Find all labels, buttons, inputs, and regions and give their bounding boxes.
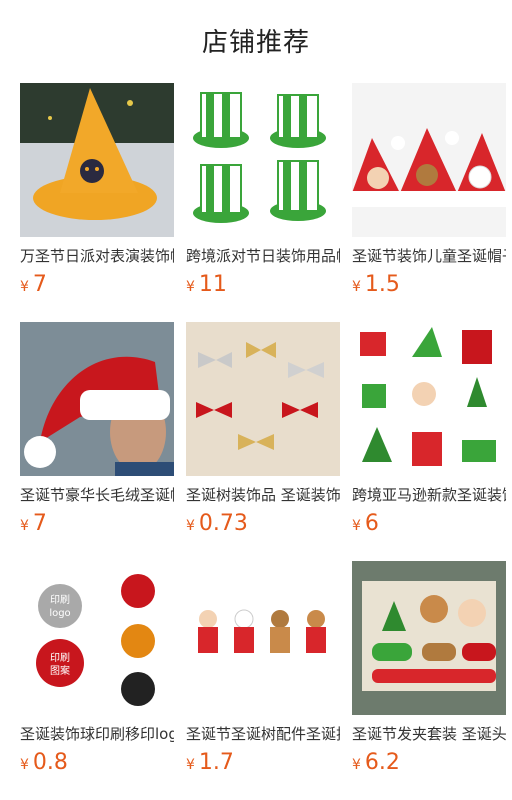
product-price: ¥6.2	[352, 750, 400, 775]
currency-symbol: ¥	[186, 518, 195, 534]
product-name[interactable]: 跨境亚马逊新款圣诞装饰	[352, 484, 506, 506]
product-image-hanging-dolls[interactable]	[186, 561, 340, 715]
currency-symbol: ¥	[186, 757, 195, 773]
product-name[interactable]: 圣诞节发夹套装 圣诞头饰	[352, 723, 506, 745]
product-card[interactable]: 万圣节日派对表演装饰帽 ¥7	[20, 83, 174, 299]
currency-symbol: ¥	[20, 518, 29, 534]
product-image-santa-hats[interactable]	[352, 83, 506, 237]
page-title: 店铺推荐	[201, 28, 310, 58]
product-price: ¥0.8	[20, 750, 68, 775]
product-name[interactable]: 圣诞节圣诞树配件圣诞挂件	[186, 723, 340, 745]
product-card[interactable]: 圣诞节装饰儿童圣诞帽子 ¥1.5	[352, 83, 506, 299]
currency-symbol: ¥	[20, 279, 29, 295]
product-price: ¥6	[352, 511, 379, 536]
product-image-green-hats[interactable]	[186, 83, 340, 237]
product-image-witch-hat[interactable]	[20, 83, 174, 237]
product-name[interactable]: 圣诞节豪华长毛绒圣诞帽	[20, 484, 174, 506]
product-name[interactable]: 圣诞节装饰儿童圣诞帽子	[352, 245, 506, 267]
product-price: ¥0.73	[186, 511, 248, 536]
product-price: ¥7	[20, 272, 47, 297]
product-name[interactable]: 圣诞树装饰品 圣诞装饰	[186, 484, 340, 506]
product-image-christmas-mix[interactable]	[352, 322, 506, 476]
currency-symbol: ¥	[352, 757, 361, 773]
product-price: ¥1.5	[352, 272, 400, 297]
product-price: ¥1.7	[186, 750, 234, 775]
product-card[interactable]: 圣诞树装饰品 圣诞装饰 ¥0.73	[186, 322, 340, 538]
product-card[interactable]: 圣诞节圣诞树配件圣诞挂件 ¥1.7	[186, 561, 340, 777]
ornament-label: 印刷	[50, 594, 70, 606]
svg-text:印刷: 印刷	[50, 652, 70, 664]
product-image-hair-clips[interactable]	[352, 561, 506, 715]
currency-symbol: ¥	[352, 279, 361, 295]
product-price: ¥11	[186, 272, 227, 297]
product-name[interactable]: 跨境派对节日装饰用品帽	[186, 245, 340, 267]
product-price: ¥7	[20, 511, 47, 536]
product-card[interactable]: 跨境亚马逊新款圣诞装饰 ¥6	[352, 322, 506, 538]
product-card[interactable]: 圣诞节发夹套装 圣诞头饰 ¥6.2	[352, 561, 506, 777]
currency-symbol: ¥	[20, 757, 29, 773]
product-image-plush-santa-hat[interactable]	[20, 322, 174, 476]
product-name[interactable]: 圣诞装饰球印刷移印logo	[20, 723, 174, 745]
product-card[interactable]: 跨境派对节日装饰用品帽 ¥11	[186, 83, 340, 299]
product-card[interactable]: 圣诞节豪华长毛绒圣诞帽 ¥7	[20, 322, 174, 538]
currency-symbol: ¥	[186, 279, 195, 295]
product-image-ornament-balls[interactable]: 印刷 logo 印刷 图案	[20, 561, 174, 715]
product-name[interactable]: 万圣节日派对表演装饰帽	[20, 245, 174, 267]
svg-text:logo: logo	[49, 608, 70, 619]
svg-text:图案: 图案	[50, 664, 70, 677]
product-image-bows[interactable]	[186, 322, 340, 476]
currency-symbol: ¥	[352, 518, 361, 534]
product-card[interactable]: 印刷 logo 印刷 图案 圣诞装饰球印刷移印logo ¥0.8	[20, 561, 174, 777]
